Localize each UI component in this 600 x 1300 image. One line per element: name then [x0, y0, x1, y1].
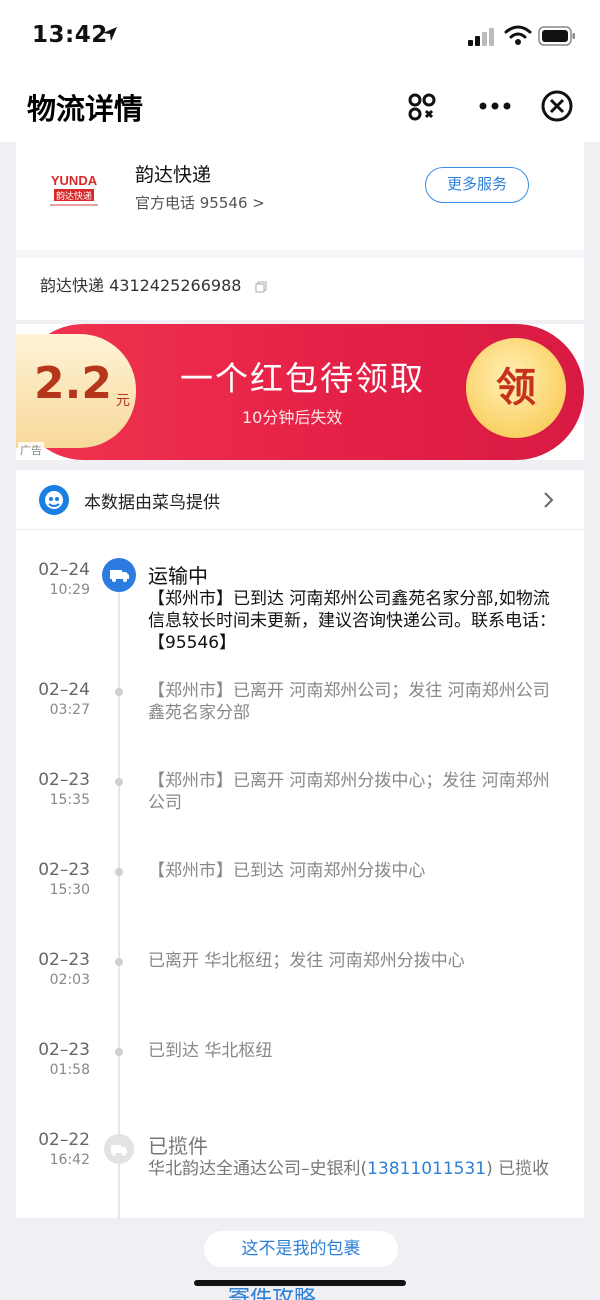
chevron-right-icon — [544, 492, 554, 508]
timeline-dot — [115, 688, 123, 696]
event-date: 02–22 — [38, 1130, 90, 1150]
status-bar: 13:42 — [0, 0, 600, 70]
mini-program-capsule — [395, 80, 581, 132]
cellular-signal-icon — [468, 28, 494, 46]
event-detail-prefix: 华北韵达全通达公司–史银利( — [148, 1159, 368, 1179]
home-indicator — [194, 1280, 406, 1286]
courier-name: 韵达快递 — [135, 164, 212, 186]
event-date: 02–23 — [38, 770, 90, 790]
courier-phone-number[interactable]: 13811011531 — [367, 1159, 486, 1179]
ad-subtitle: 10分钟后失效 — [242, 408, 343, 427]
more-options-icon[interactable] — [467, 80, 523, 132]
truck-gray-icon — [111, 1145, 127, 1156]
event-text: 已离开 华北枢纽；发往 河南郑州分拨中心 — [148, 951, 465, 971]
timeline-dot — [115, 868, 123, 876]
data-provider-text: 本数据由菜鸟提供 — [84, 493, 220, 513]
courier-info: YUNDA 韵达快递 韵达快递 官方电话 95546 > 更多服务 — [16, 142, 584, 250]
more-services-button[interactable]: 更多服务 — [425, 167, 529, 203]
event-time: 03:27 — [49, 702, 90, 718]
event-text: 【郑州市】已离开 河南郑州公司；发往 河南郑州公司鑫苑名家分部 — [148, 681, 550, 723]
wifi-icon — [504, 25, 532, 45]
timeline-dot — [115, 778, 123, 786]
red-packet-ad[interactable]: 2.2 元 一个红包待领取 10分钟后失效 领 广告 — [16, 324, 584, 460]
location-arrow-icon — [103, 27, 117, 41]
event-time: 15:30 — [49, 882, 90, 898]
event-date: 02–24 — [38, 680, 90, 700]
courier-card: YUNDA 韵达快递 韵达快递 官方电话 95546 > 更多服务 韵达快递 4… — [16, 142, 584, 320]
timeline-dot — [115, 958, 123, 966]
event-time: 10:29 — [49, 582, 90, 598]
truck-status-icon — [102, 558, 136, 592]
data-provider-row[interactable]: 本数据由菜鸟提供 — [16, 470, 584, 530]
ad-title: 一个红包待领取 — [180, 359, 425, 398]
timeline-dot — [115, 1048, 123, 1056]
nav-header: 物流详情 — [0, 70, 600, 142]
bottom-peek-text[interactable]: 寄件攻略 — [228, 1288, 316, 1300]
event-status: 运输中 — [148, 564, 208, 588]
pickup-status-icon — [104, 1134, 134, 1164]
event-text: 已到达 华北枢纽 — [148, 1041, 273, 1061]
close-icon[interactable] — [531, 80, 583, 132]
coupon-unit: 元 — [116, 393, 130, 409]
copy-icon[interactable] — [255, 281, 267, 293]
courier-phone-link[interactable]: 官方电话 95546 > — [135, 192, 265, 213]
event-time: 16:42 — [49, 1152, 90, 1168]
divider — [16, 250, 584, 258]
event-date: 02–23 — [38, 1040, 90, 1060]
event-detail: 华北韵达全通达公司–史银利(13811011531) 已揽收 — [148, 1158, 560, 1180]
ad-label: 广告 — [18, 442, 44, 458]
not-my-package-button[interactable]: 这不是我的包裹 — [204, 1231, 398, 1267]
coupon-amount: 2.2 — [34, 358, 112, 409]
event-date: 02–24 — [38, 560, 90, 580]
scan-code-icon[interactable] — [395, 80, 447, 132]
event-text: 【郑州市】已到达 河南郑州分拨中心 — [148, 861, 426, 881]
yunda-logo: YUNDA 韵达快递 — [50, 173, 98, 206]
event-text: 【郑州市】已离开 河南郑州分拨中心；发往 河南郑州公司 — [148, 771, 550, 813]
event-status: 已揽件 — [148, 1134, 208, 1158]
svg-text:韵达快递: 韵达快递 — [56, 190, 92, 202]
event-date: 02–23 — [38, 860, 90, 880]
logistics-card: 本数据由菜鸟提供 02–24 10:29 运输中 【郑州市】已到达 河南郑州公司… — [16, 470, 584, 1220]
status-time: 13:42 — [32, 22, 108, 48]
event-time: 02:03 — [49, 972, 90, 988]
cainiao-logo-icon — [39, 485, 69, 515]
tracking-number-row[interactable]: 韵达快递 4312425266988 — [40, 272, 267, 296]
event-detail: 【郑州市】已到达 河南郑州公司鑫苑名家分部,如物流信息较长时间未更新，建议咨询快… — [148, 589, 556, 653]
tracking-number: 韵达快递 4312425266988 — [40, 276, 242, 295]
event-detail-suffix: ) 已揽收 — [486, 1159, 550, 1179]
truck-icon — [110, 570, 129, 582]
page-title: 物流详情 — [27, 92, 144, 126]
event-date: 02–23 — [38, 950, 90, 970]
event-time: 01:58 — [49, 1062, 90, 1078]
timeline-line — [118, 570, 120, 1220]
svg-text:YUNDA: YUNDA — [51, 173, 98, 188]
battery-icon — [538, 26, 575, 46]
claim-button[interactable]: 领 — [466, 338, 566, 438]
event-time: 15:35 — [49, 792, 90, 808]
